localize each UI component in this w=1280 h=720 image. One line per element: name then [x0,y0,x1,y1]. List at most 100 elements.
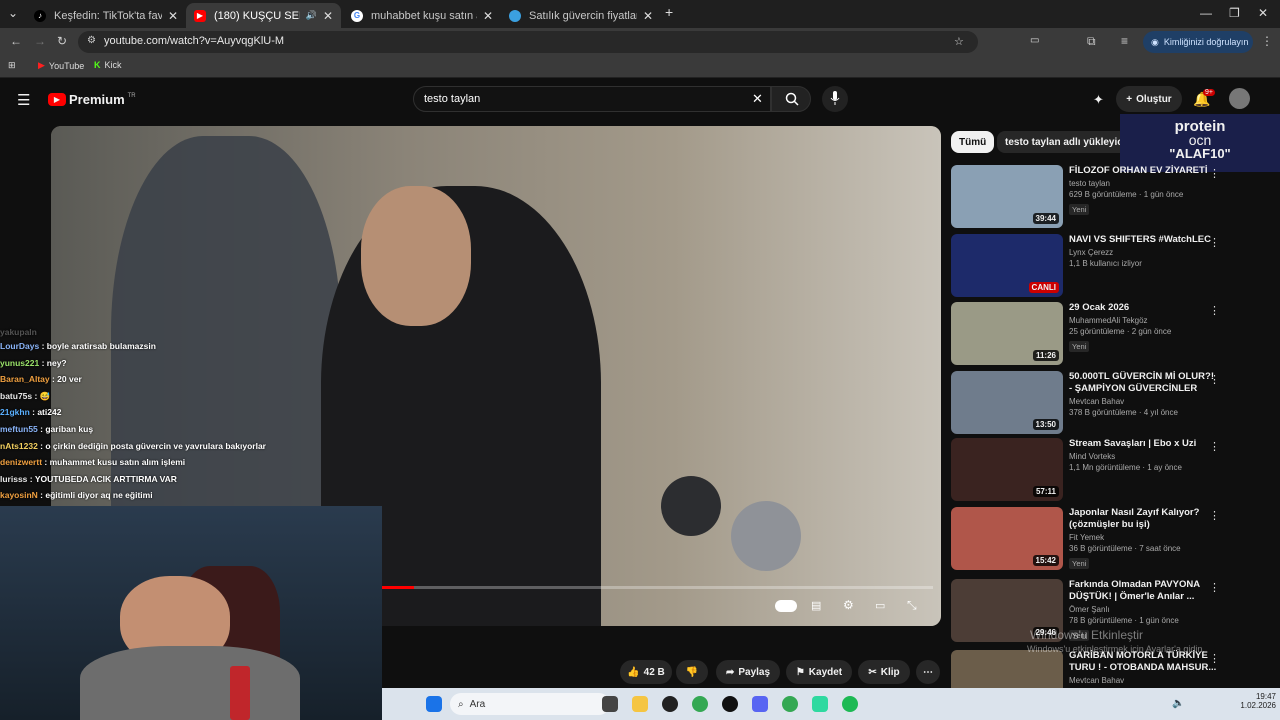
recommendation-item[interactable]: 13:50 50.000TL GÜVERCİN Mİ OLUR?! - ŞAMPİ… [951,371,1280,437]
site-info-icon[interactable]: ⚙ [87,35,96,46]
more-options-icon[interactable]: ⋮ [1209,236,1220,249]
address-bar[interactable]: ⚙ youtube.com/watch?v=AuyvqgKlU-M ☆ ▭ [78,31,1039,53]
video-title[interactable]: 29 Ocak 2026 [1069,302,1219,314]
more-actions-button[interactable]: ⋯ [916,660,940,684]
maximize-icon[interactable]: ❐ [1229,6,1240,20]
volume-icon[interactable]: 🔈 [1172,698,1184,709]
more-options-icon[interactable]: ⋮ [1209,373,1220,386]
video-thumbnail[interactable]: 11:26 [951,302,1063,365]
tab-google[interactable]: G muhabbet kuşu satın al - Goog ✕ [343,3,501,28]
video-title[interactable]: FİLOZOF ORHAN EV ZİYARETİ [1069,165,1219,177]
more-options-icon[interactable]: ⋮ [1209,440,1220,453]
recommendation-item[interactable]: CANLI NAVI VS SHIFTERS #WatchLEC Lynx Çere… [951,234,1280,300]
reading-list-icon[interactable]: ≡ [1121,34,1128,48]
task-view-icon[interactable] [602,696,618,712]
video-title[interactable]: Stream Savaşları | Ebo x Uzi [1069,438,1219,450]
tab-youtube[interactable]: ▶ (180) KUŞÇU SERCAN TOP 🔊 ✕ [186,3,341,28]
taskbar-search[interactable]: ⌕ Ara [450,693,610,715]
video-thumbnail[interactable]: CANLI [951,234,1063,297]
subtitles-icon[interactable]: ▤ [811,599,821,612]
chat-message: batu75s : 😅 [0,388,380,405]
clip-button[interactable]: ✂ Klip [858,660,910,684]
channel-name[interactable]: Fit Yemek [1069,533,1219,542]
taskbar-clock[interactable]: 19:47 1.02.2026 [1232,692,1276,710]
forward-icon[interactable]: → [34,34,46,48]
recommendation-info: FİLOZOF ORHAN EV ZİYARETİ testo taylan 629… [1069,165,1219,217]
more-options-icon[interactable]: ⋮ [1209,652,1220,665]
video-thumbnail[interactable]: 15:42 [951,507,1063,570]
verify-identity-button[interactable]: ◉ Kimliğinizi doğrulayın [1143,31,1253,53]
more-options-icon[interactable]: ⋮ [1209,304,1220,317]
bookmark-star-icon[interactable]: ☆ [954,35,964,48]
video-title[interactable]: Japonlar Nasıl Zayıf Kalıyor? (çözmüşler… [1069,507,1219,531]
video-title[interactable]: Farkında Olmadan PAVYONA DÜŞTÜK! | Ömer'… [1069,579,1219,603]
channel-name[interactable]: MuhammedAli Tekgöz [1069,316,1219,325]
channel-name[interactable]: Lynx Çerezz [1069,248,1219,257]
minimize-icon[interactable]: — [1200,6,1212,20]
more-options-icon[interactable]: ⋮ [1209,581,1220,594]
recommendation-item[interactable]: 15:42 Japonlar Nasıl Zayıf Kalıyor? (çözm… [951,507,1280,573]
apps-grid-icon[interactable]: ⊞ [8,60,16,71]
channel-name[interactable]: Mevtcan Bahav [1069,676,1219,685]
discord-icon[interactable] [752,696,768,712]
dislike-button[interactable]: 👎 [676,660,708,684]
clear-search-icon[interactable]: ✕ [752,91,763,107]
video-title[interactable]: 50.000TL GÜVERCİN Mİ OLUR?! - ŞAMPİYON G… [1069,371,1219,395]
recommendation-item[interactable]: 11:26 29 Ocak 2026 MuhammedAli Tekgöz 25 gö… [951,302,1280,368]
settings-gear-icon[interactable]: ⚙ [843,598,854,612]
autoplay-toggle[interactable] [775,600,797,612]
chip-all[interactable]: Tümü [951,131,995,153]
app-icon-2[interactable] [812,696,828,712]
bookmark-youtube[interactable]: ▶ YouTube [38,60,84,71]
back-icon[interactable]: ← [10,34,22,48]
chrome-profile-icon[interactable] [782,696,798,712]
fullscreen-icon[interactable]: ⤡ [907,598,917,613]
start-menu-icon[interactable] [426,696,442,712]
spotify-icon[interactable] [842,696,858,712]
search-button[interactable] [771,86,811,112]
channel-name[interactable]: Ömer Şanlı [1069,605,1219,614]
hamburger-menu-icon[interactable]: ☰ [17,91,30,109]
save-button[interactable]: ⚑ Kaydet [786,660,852,684]
voice-search-button[interactable] [822,86,848,112]
recommendation-item[interactable]: 39:44 FİLOZOF ORHAN EV ZİYARETİ testo tayl… [951,165,1280,231]
channel-name[interactable]: Mind Vorteks [1069,452,1219,461]
close-icon[interactable]: ✕ [168,9,178,23]
cast-icon[interactable]: ▭ [1030,35,1039,46]
chrome-icon[interactable] [692,696,708,712]
video-thumbnail[interactable]: 13:50 [951,371,1063,434]
bookmark-kick[interactable]: K Kick [94,60,122,70]
chatgpt-icon[interactable] [722,696,738,712]
like-button[interactable]: 👍 42 B [620,660,672,684]
close-icon[interactable]: ✕ [643,9,653,23]
search-input[interactable]: testo taylan ✕ [413,86,771,112]
channel-name[interactable]: testo taylan [1069,179,1219,188]
share-button[interactable]: ➦ Paylaş [716,660,780,684]
video-thumbnail[interactable]: 57:11 [951,438,1063,501]
extensions-icon[interactable]: ⧉ [1087,34,1096,49]
close-icon[interactable]: ✕ [323,9,333,23]
channel-name[interactable]: Mevtcan Bahav [1069,397,1219,406]
more-options-icon[interactable]: ⋮ [1209,167,1220,180]
close-icon[interactable]: ✕ [483,9,493,23]
create-button[interactable]: + Oluştur [1116,86,1182,112]
file-explorer-icon[interactable] [632,696,648,712]
close-window-icon[interactable]: ✕ [1258,6,1268,20]
theater-mode-icon[interactable]: ▭ [875,599,885,612]
tab-menu-icon[interactable]: ⌄ [8,6,18,20]
more-options-icon[interactable]: ⋮ [1209,509,1220,522]
reload-icon[interactable]: ↻ [57,34,67,48]
video-title[interactable]: NAVI VS SHIFTERS #WatchLEC [1069,234,1219,246]
recommendation-item[interactable]: 57:11 Stream Savaşları | Ebo x Uzi Mind Vo… [951,438,1280,504]
video-thumbnail[interactable]: 39:44 [951,165,1063,228]
video-progress-track[interactable] [381,586,933,589]
tab-pigeon-prices[interactable]: Satılık güvercin fiyatları ve çeşit ✕ [501,3,661,28]
app-icon[interactable] [662,696,678,712]
tab-tiktok[interactable]: ♪ Keşfedin: TikTok'ta favori video ✕ [26,3,186,28]
avatar[interactable] [1229,88,1250,109]
youtube-logo[interactable]: ▶ Premium TR [48,92,136,107]
new-tab-icon[interactable]: + [665,4,673,20]
premium-extension-icon[interactable]: ✦ [1093,92,1104,108]
speaker-icon[interactable]: 🔊 [306,10,317,21]
browser-menu-icon[interactable]: ⋮ [1261,34,1273,48]
